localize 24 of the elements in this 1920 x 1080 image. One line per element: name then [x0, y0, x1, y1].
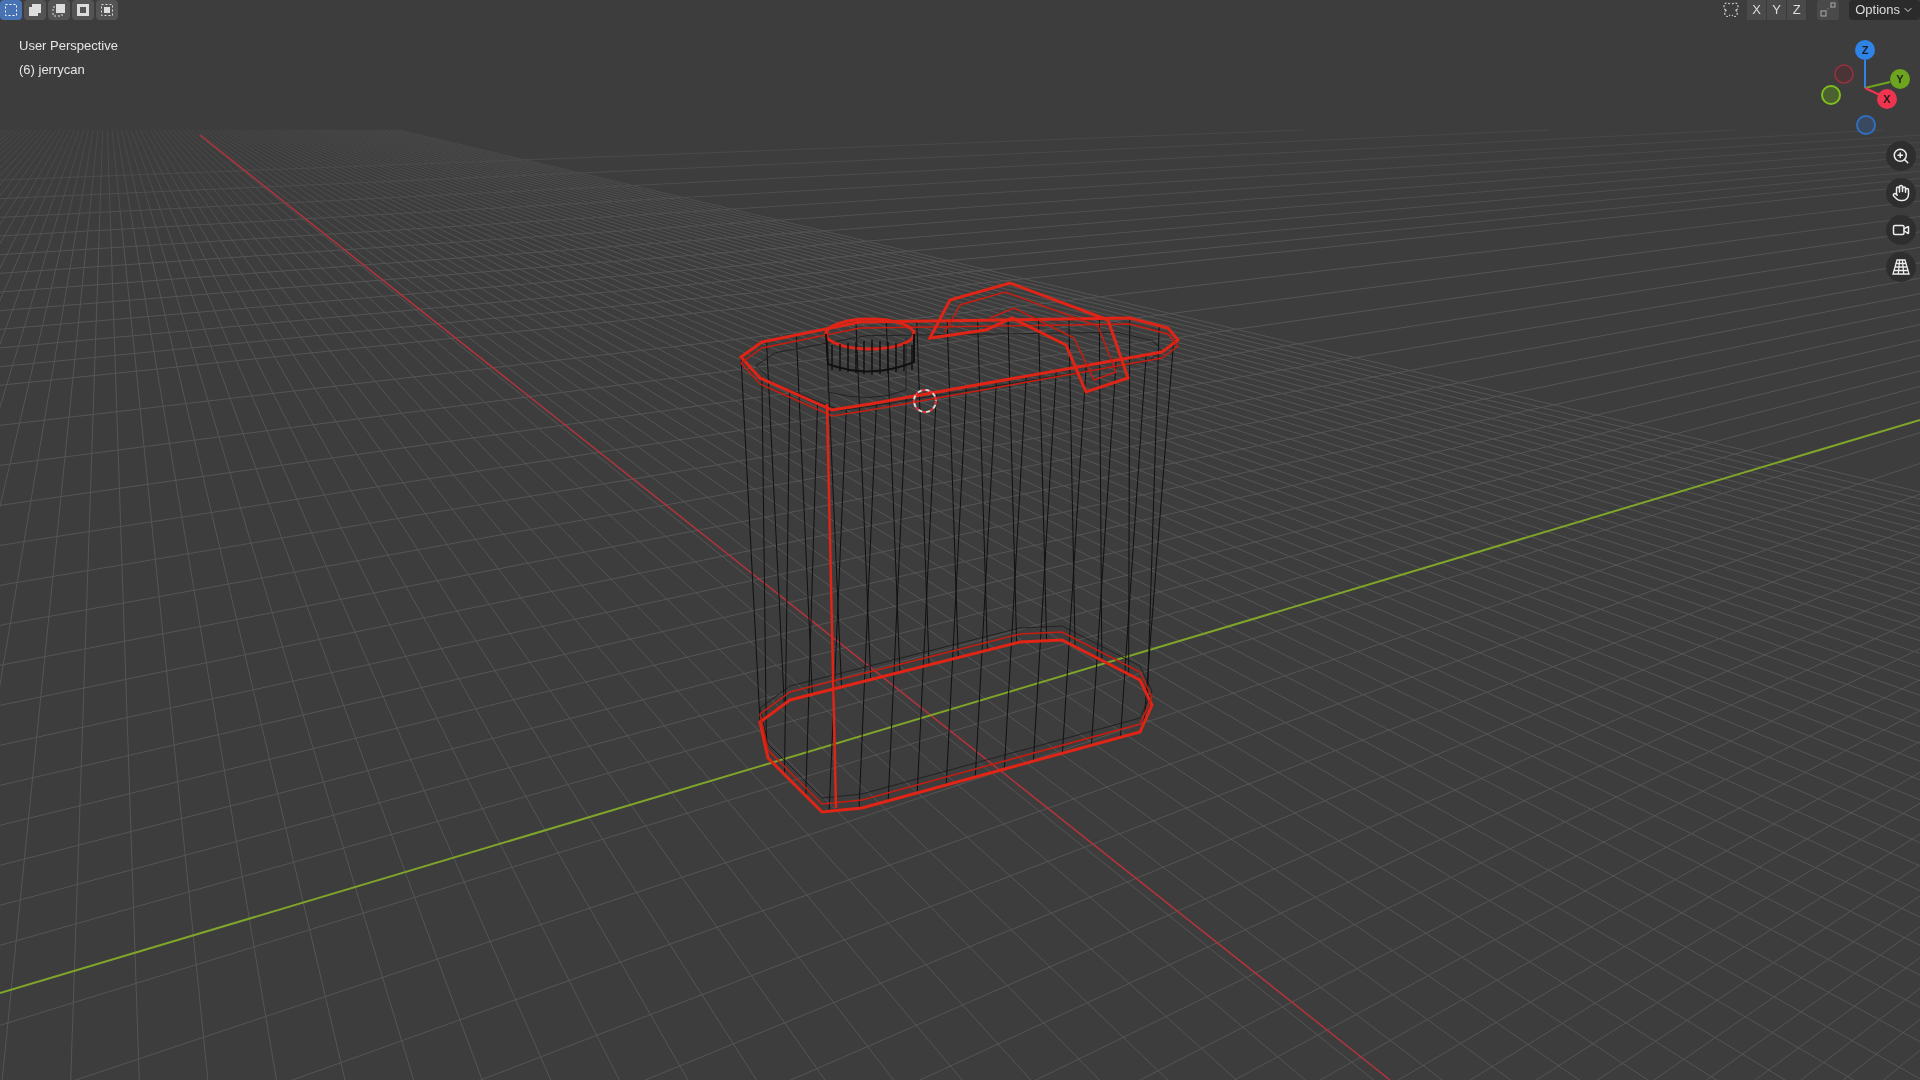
- hand-icon: [1892, 184, 1910, 202]
- select-set-icon: [4, 3, 18, 17]
- object-label: (6) jerrycan: [19, 60, 86, 79]
- select-mode-button[interactable]: [48, 0, 70, 20]
- select-mode-button[interactable]: [96, 0, 118, 20]
- grid-icon: [1892, 259, 1910, 275]
- select-mode-button[interactable]: [24, 0, 46, 20]
- select-mode-button[interactable]: [72, 0, 94, 20]
- zoom-icon: [1892, 147, 1910, 165]
- snap-icon[interactable]: [1817, 0, 1840, 20]
- axis-toggle-button[interactable]: Z: [1787, 0, 1808, 20]
- perspective-toggle-button[interactable]: [1886, 252, 1916, 282]
- cursor-icon: [913, 389, 937, 413]
- options-menu[interactable]: Options: [1849, 0, 1920, 20]
- view-name: User Perspective: [19, 37, 118, 55]
- select-invert-icon: [76, 3, 90, 17]
- select-mode-button[interactable]: [0, 0, 22, 20]
- select-intersect-icon: [100, 3, 114, 17]
- select-subtract-icon: [52, 3, 66, 17]
- axis-toggle-button[interactable]: X: [1747, 0, 1768, 20]
- axis-toggle-button[interactable]: Y: [1767, 0, 1788, 20]
- select-extend-icon: [28, 3, 42, 17]
- mirror-icon[interactable]: [1721, 1, 1742, 19]
- viewport[interactable]: User Perspective (6) jerrycan X Y Z Options Z Y X: [0, 0, 1920, 1080]
